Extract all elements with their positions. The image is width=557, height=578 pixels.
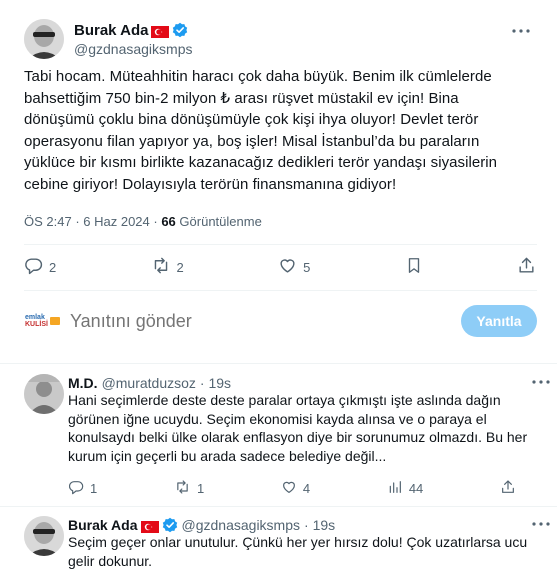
reply-tweet[interactable]: M.D. @muratduzsoz · 19s Hani seçimlerde … [24,374,550,494]
reply-header: Burak Ada @gzdnasagiksmps · 19s [68,516,335,534]
reply-count: 1 [90,480,98,496]
logo-line: KULİSİ [25,321,48,328]
main-tweet-header: Burak Ada @gzdnasagiksmps [24,17,537,61]
author-name[interactable]: Burak Ada [74,21,148,40]
verified-icon [172,22,188,38]
reply-line: görünen iğne ucuydu. Seçim ekonomisi kay… [68,410,487,427]
like-count: 4 [302,480,311,496]
reply-button[interactable]: 1 [68,479,97,498]
reply-composer: emlak KULİSİ Yanıtla [24,301,537,341]
tweet-date[interactable]: 6 Haz 2024 [83,214,150,229]
like-button[interactable]: 5 [278,256,310,278]
reply-line: gelir dokunur. [68,552,153,569]
views-button[interactable]: 44 [387,479,423,498]
divider [24,290,537,291]
tweet-line: bahsettiğim 750 bin-2 milyon ₺ arası rüş… [24,89,459,107]
views-label: Görüntülenme [179,214,262,229]
avatar[interactable] [24,374,64,414]
reply-input[interactable] [70,310,370,332]
reply-text: Seçim geçer onlar unutulur. Çünkü her ye… [68,533,538,570]
repost-button[interactable]: 1 [174,479,204,498]
avatar[interactable]: emlak KULİSİ [24,301,64,341]
repost-count: 2 [176,259,184,275]
flag-tr-icon [151,24,170,38]
reply-header: M.D. @muratduzsoz · 19s [68,374,231,392]
divider [24,244,537,245]
avatar[interactable] [24,19,64,59]
like-button[interactable]: 4 [281,479,310,498]
reply-time[interactable]: · 19s [200,374,231,392]
logo-line: emlak [25,314,45,321]
tweet-line: dönüşümü çoklu bina dönüşümüyle çok kişi… [24,111,479,129]
divider [0,506,557,507]
verified-icon [162,517,178,533]
author-info: Burak Ada @gzdnasagiksmps [74,21,193,58]
repost-button[interactable]: 2 [151,256,184,278]
divider [0,363,557,364]
views-icon [387,479,403,498]
reply-time[interactable]: · 19s [304,516,335,534]
reply-line: kurum için geçerli bu arada sadece beled… [68,447,387,464]
share-button[interactable] [500,479,516,498]
reply-count: 2 [49,259,57,275]
reply-line: Seçim geçer onlar unutulur. Çünkü her ye… [68,534,528,550]
bookmark-icon [405,256,423,278]
reply-tweet[interactable]: Burak Ada @gzdnasagiksmps · 19s Seçim ge… [24,516,550,576]
more-icon[interactable] [511,21,531,41]
share-icon [500,479,516,498]
bookmark-button[interactable] [405,256,423,278]
reply-line: Hani seçimlerde deste deste paralar orta… [68,392,501,408]
emlak-kulisi-logo: emlak KULİSİ [25,314,63,328]
reply-actions: 1 1 4 44 [68,479,516,497]
tweet-line: cebine giriyor! Dolayısıyla terörün fina… [24,175,397,193]
like-count: 5 [303,259,311,275]
like-icon [278,256,297,278]
tweet-detail-page: Burak Ada @gzdnasagiksmps Tabi hocam. Mü… [0,0,557,578]
tweet-text: Tabi hocam. Müteahhitin haracı çok daha … [24,66,539,196]
flag-tr-icon [140,519,159,533]
more-icon[interactable] [531,372,551,392]
author-handle[interactable]: @gzdnasagiksmps [74,40,193,58]
reply-submit-button[interactable]: Yanıtla [461,305,537,337]
reply-text: Hani seçimlerde deste deste paralar orta… [68,391,538,465]
tweet-line: Tabi hocam. Müteahhitin haracı çok daha … [24,68,492,85]
meta-separator: · [149,214,162,229]
reply-button[interactable]: 2 [24,256,56,278]
repost-icon [151,256,171,278]
reply-line: konulsaydı belki ülke olarak enflasyon d… [68,429,528,445]
tweet-actions: 2 2 5 [24,253,536,281]
like-icon [281,479,297,498]
share-button[interactable] [517,256,536,278]
reply-icon [24,256,43,278]
meta-separator: · [71,214,84,229]
repost-count: 1 [196,480,205,496]
repost-icon [174,479,191,498]
tweet-meta: ÖS 2:47 · 6 Haz 2024 · 66 Görüntülenme [24,214,262,229]
more-icon[interactable] [531,514,551,534]
avatar[interactable] [24,516,64,556]
share-icon [517,256,536,278]
author-handle[interactable]: @muratduzsoz [102,374,196,392]
tweet-line: operasyonu filan yapıyor ya, boş işler! … [24,132,480,150]
author-name[interactable]: M.D. [68,374,98,392]
tweet-time[interactable]: ÖS 2:47 [24,214,72,229]
tweet-line: yüklüce bir kısmı birlikte kazanacağız d… [24,154,498,172]
author-name[interactable]: Burak Ada [68,516,138,534]
views-count: 44 [408,480,424,496]
views-count: 66 [161,214,176,229]
author-handle[interactable]: @gzdnasagiksmps [182,516,301,534]
reply-icon [68,479,84,498]
